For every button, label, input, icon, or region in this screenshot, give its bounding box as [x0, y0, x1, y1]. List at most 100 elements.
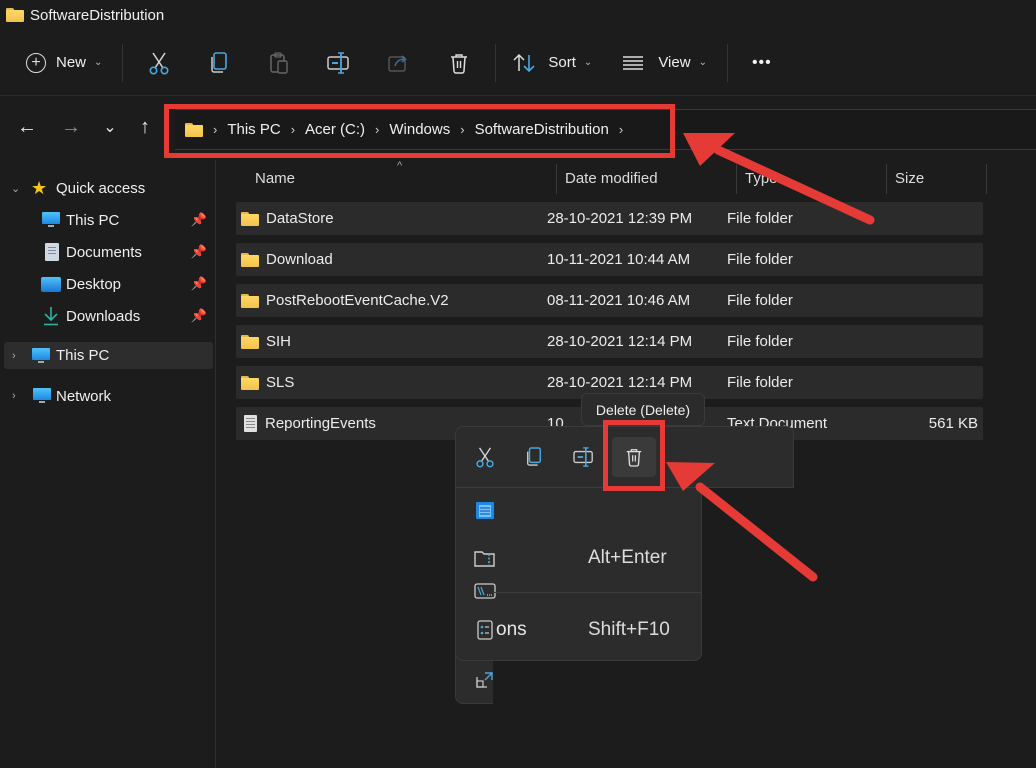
sidebar-item-label: Network — [56, 387, 112, 405]
breadcrumb-acer-c[interactable]: Acer (C:) — [305, 121, 365, 138]
file-name: DataStore — [266, 210, 334, 227]
breadcrumb-softwaredistribution[interactable]: SoftwareDistribution — [475, 121, 609, 138]
column-header-size[interactable]: Size — [895, 160, 924, 196]
column-divider[interactable] — [736, 164, 737, 194]
column-header-name[interactable]: Name — [255, 160, 295, 196]
file-type: File folder — [727, 251, 793, 268]
context-menu-item-terminal[interactable] — [456, 571, 701, 611]
forward-button[interactable]: → — [57, 113, 85, 141]
breadcrumb-this-pc[interactable]: This PC — [227, 121, 280, 138]
more-icon: ••• — [751, 53, 772, 71]
breadcrumb-windows[interactable]: Windows — [389, 121, 450, 138]
sidebar-item-this-pc-pinned[interactable]: This PC 📌 — [0, 206, 213, 234]
sidebar-item-label: Desktop — [66, 275, 122, 293]
delete-icon — [451, 53, 468, 74]
rename-button[interactable] — [309, 43, 369, 83]
context-menu-item-open-with-notepad[interactable] — [456, 490, 701, 530]
download-icon — [44, 307, 58, 326]
breadcrumb-separator[interactable]: › — [460, 122, 464, 137]
pin-icon: 📌 — [190, 276, 207, 291]
context-delete-button[interactable] — [612, 437, 656, 477]
chevron-right-icon[interactable]: › — [12, 350, 16, 362]
sort-ascending-icon: ^ — [397, 160, 403, 172]
folder-icon — [241, 252, 259, 267]
context-cut-button[interactable] — [463, 437, 507, 477]
folder-icon — [241, 293, 259, 308]
recent-locations-button[interactable]: ⌄ — [96, 113, 124, 141]
context-menu-item-open-external[interactable] — [456, 660, 493, 700]
sidebar-item-quick-access[interactable]: ⌄ ★ Quick access — [0, 174, 213, 202]
file-size: 561 KB — [928, 415, 978, 432]
column-divider[interactable] — [886, 164, 887, 194]
file-date: 28-10-2021 12:39 PM — [547, 210, 693, 227]
cut-icon — [149, 52, 169, 74]
arrow-left-icon: ← — [17, 115, 37, 138]
file-name: ReportingEvents — [265, 415, 376, 432]
paste-button[interactable] — [249, 43, 309, 83]
file-type: File folder — [727, 292, 793, 309]
address-bar[interactable]: › This PC › Acer (C:) › Windows › Softwa… — [175, 109, 1036, 150]
context-menu-lower — [455, 655, 493, 704]
navigation-pane: ⌄ ★ Quick access This PC 📌 Documents 📌 D… — [0, 160, 216, 768]
column-divider[interactable] — [556, 164, 557, 194]
sidebar-item-network[interactable]: › Network — [0, 382, 213, 410]
monitor-icon — [42, 212, 60, 228]
breadcrumb-separator: › — [213, 122, 218, 137]
copy-button[interactable] — [189, 43, 249, 83]
sidebar-item-this-pc[interactable]: › This PC — [4, 342, 213, 369]
delete-icon — [626, 449, 642, 467]
context-menu-divider — [493, 592, 701, 593]
notepad-icon — [474, 500, 496, 520]
column-label: Type — [745, 169, 778, 187]
file-name: SLS — [266, 374, 295, 391]
file-name: SIH — [266, 333, 292, 350]
file-name-cell: DataStore — [241, 202, 334, 235]
folder-zip-icon — [474, 548, 496, 568]
file-row[interactable]: PostRebootEventCache.V2 08-11-2021 10:46 … — [236, 284, 983, 317]
column-header-date[interactable]: Date modified — [565, 160, 658, 196]
address-row: ← → ⌄ ↑ › This PC › Acer (C:) › Windows … — [0, 97, 1036, 159]
text-file-icon — [244, 415, 257, 432]
file-row[interactable]: Download 10-11-2021 10:44 AM File folder — [236, 243, 983, 276]
breadcrumb-separator[interactable]: › — [291, 122, 295, 137]
sort-button[interactable]: Sort ⌄ — [502, 43, 606, 83]
context-rename-button[interactable] — [562, 437, 606, 477]
context-copy-button[interactable] — [512, 437, 556, 477]
file-row[interactable]: DataStore 28-10-2021 12:39 PM File folder — [236, 202, 983, 235]
new-button[interactable]: + New ⌄ — [18, 43, 116, 83]
column-divider[interactable] — [986, 164, 987, 194]
back-button[interactable]: ← — [13, 113, 41, 141]
sidebar-item-desktop[interactable]: Desktop 📌 — [0, 270, 213, 298]
column-header-type[interactable]: Type — [745, 160, 778, 196]
column-label: Date modified — [565, 169, 658, 187]
sidebar-item-downloads[interactable]: Downloads 📌 — [0, 302, 213, 330]
more-options-button[interactable]: ••• — [734, 43, 788, 83]
sidebar-item-label: Documents — [66, 243, 142, 261]
view-label: View — [658, 54, 691, 71]
sidebar-item-documents[interactable]: Documents 📌 — [0, 238, 213, 266]
copy-icon — [211, 51, 228, 73]
toolbar-divider — [726, 43, 728, 82]
chevron-down-icon[interactable]: ⌄ — [11, 182, 20, 195]
share-button[interactable] — [369, 43, 429, 83]
chevron-right-icon[interactable]: › — [12, 390, 16, 402]
toolbar-divider — [495, 43, 497, 82]
up-button[interactable]: ↑ — [131, 113, 159, 141]
context-menu-item-show-more-options[interactable]: ons Shift+F10 — [456, 610, 701, 650]
cut-button[interactable] — [129, 43, 189, 83]
rename-icon — [573, 447, 593, 467]
chevron-down-icon: ⌄ — [583, 57, 593, 68]
folder-icon — [6, 8, 24, 22]
view-button[interactable]: View ⌄ — [606, 43, 721, 83]
folder-icon — [185, 122, 203, 137]
file-name-cell: SIH — [241, 325, 291, 358]
delete-button[interactable] — [429, 43, 489, 83]
pin-icon: 📌 — [190, 308, 207, 323]
breadcrumb-separator[interactable]: › — [619, 122, 623, 137]
arrow-right-icon: → — [61, 115, 81, 138]
breadcrumb-separator[interactable]: › — [375, 122, 379, 137]
column-label: Size — [895, 169, 925, 187]
monitor-icon — [32, 347, 50, 364]
file-row[interactable]: SIH 28-10-2021 12:14 PM File folder — [236, 325, 983, 358]
network-icon — [33, 388, 51, 404]
